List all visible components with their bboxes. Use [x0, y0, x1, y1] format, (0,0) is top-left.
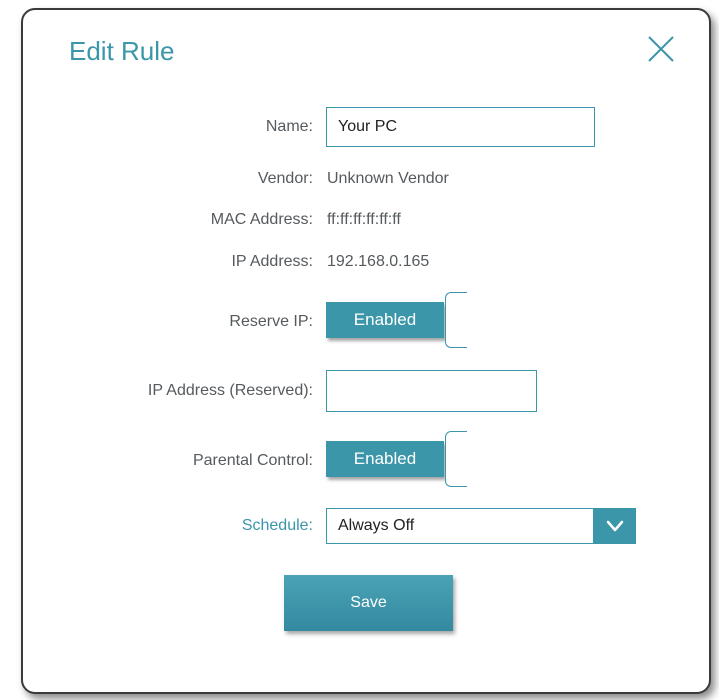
save-button[interactable]: Save [284, 575, 453, 631]
vendor-label: Vendor: [257, 170, 313, 187]
mac-address-label: MAC Address: [210, 211, 313, 228]
dialog-title: Edit Rule [69, 36, 175, 66]
schedule-row: Schedule: Always Off [23, 508, 709, 544]
toggle-state: Enabled [326, 441, 444, 477]
schedule-selected-value: Always Off [326, 508, 594, 544]
ip-address-value: 192.168.0.165 [327, 253, 430, 270]
edit-rule-dialog: Edit Rule Name: Vendor: Unknown Vendor M… [21, 8, 711, 694]
name-input[interactable] [326, 107, 595, 147]
page: Edit Rule Name: Vendor: Unknown Vendor M… [0, 0, 719, 700]
ip-reserved-input[interactable] [326, 370, 537, 412]
toggle-state: Enabled [326, 302, 444, 338]
reserve-ip-label: Reserve IP: [229, 313, 313, 330]
parental-control-row: Parental Control: Enabled [23, 431, 709, 487]
toggle-knob [445, 431, 467, 487]
ip-reserved-row: IP Address (Reserved): [23, 370, 709, 412]
parental-control-toggle[interactable]: Enabled [326, 431, 467, 487]
parental-control-label: Parental Control: [192, 452, 313, 469]
toggle-knob [445, 292, 467, 348]
vendor-value: Unknown Vendor [327, 170, 449, 187]
close-icon[interactable] [647, 35, 675, 63]
mac-address-value: ff:ff:ff:ff:ff:ff [327, 211, 401, 228]
ip-reserved-label: IP Address (Reserved): [147, 382, 313, 399]
schedule-label: Schedule: [241, 517, 313, 534]
mac-row: MAC Address: ff:ff:ff:ff:ff:ff [23, 211, 709, 233]
name-label: Name: [265, 118, 313, 135]
ip-address-label: IP Address: [231, 253, 313, 270]
vendor-row: Vendor: Unknown Vendor [23, 170, 709, 192]
name-row: Name: [23, 107, 709, 147]
ip-row: IP Address: 192.168.0.165 [23, 253, 709, 275]
schedule-select[interactable]: Always Off [326, 508, 636, 544]
chevron-down-icon[interactable] [594, 508, 636, 544]
reserve-ip-row: Reserve IP: Enabled [23, 292, 709, 348]
reserve-ip-toggle[interactable]: Enabled [326, 292, 467, 348]
